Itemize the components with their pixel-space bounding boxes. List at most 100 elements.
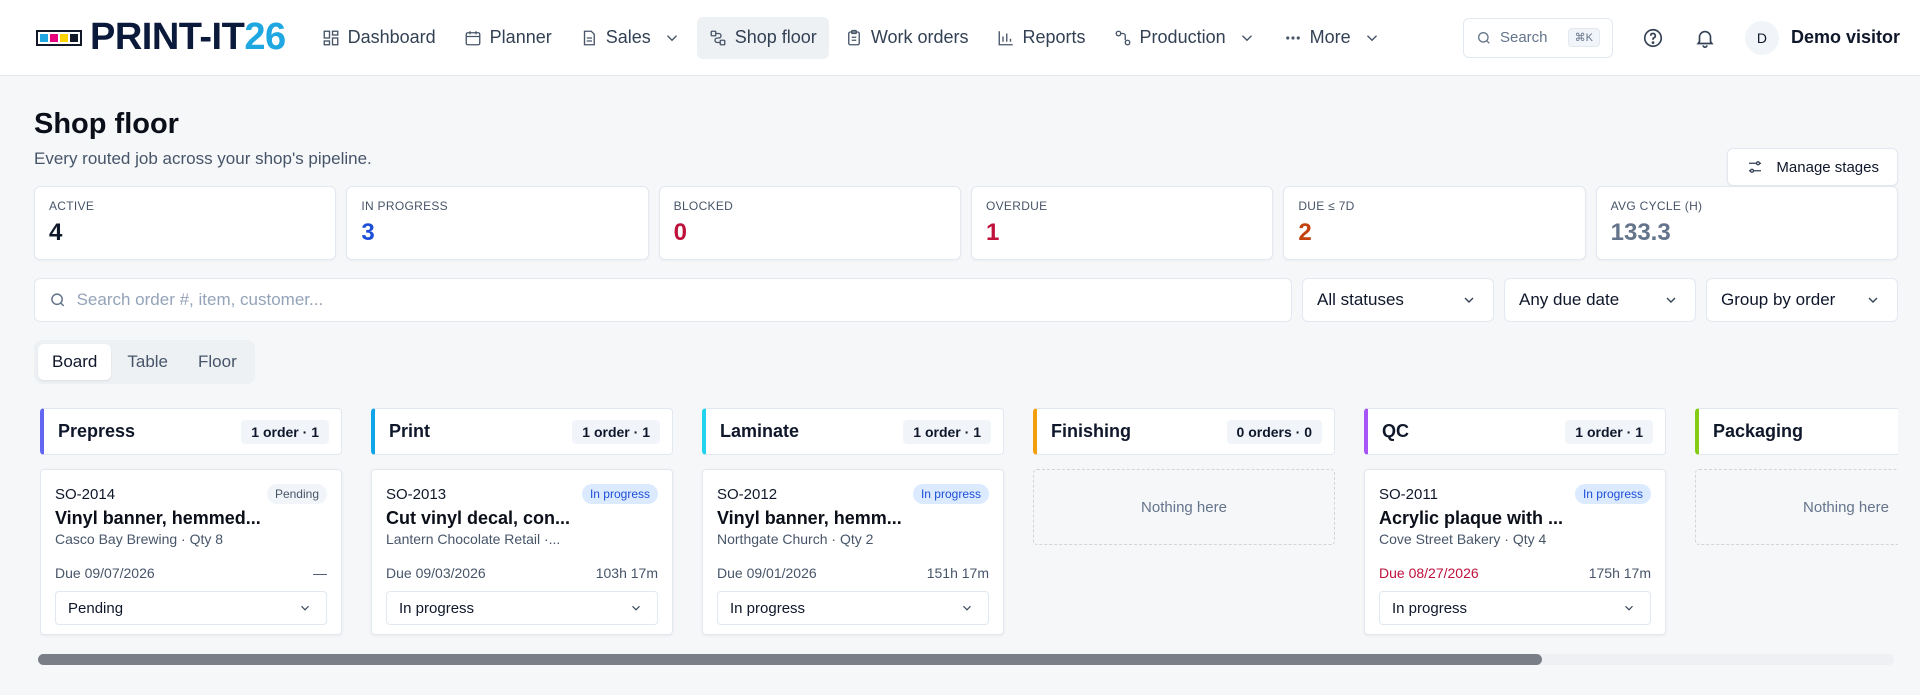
order-card[interactable]: SO-2014 Pending Vinyl banner, hemmed... … xyxy=(40,469,342,635)
stat-card: IN PROGRESS 3 xyxy=(346,186,649,260)
status-badge: In progress xyxy=(581,484,658,504)
order-card[interactable]: SO-2012 In progress Vinyl banner, hemm..… xyxy=(702,469,1004,635)
due-date: Due 09/03/2026 xyxy=(386,565,486,581)
nav-dashboard[interactable]: Dashboard xyxy=(310,17,448,59)
scrollbar-thumb[interactable] xyxy=(38,654,1542,665)
notifications-button[interactable] xyxy=(1685,18,1725,58)
nav-label: Work orders xyxy=(870,27,969,47)
help-circle-icon xyxy=(1643,28,1663,47)
page-subtitle: Every routed job across your shop's pipe… xyxy=(34,149,372,168)
stat-card: ACTIVE 4 xyxy=(34,186,337,260)
chevron-down-icon xyxy=(963,605,971,611)
stage-header[interactable]: QC 1 order · 1 xyxy=(1364,408,1666,455)
due-date-filter-value: Any due date xyxy=(1519,290,1620,309)
nav-label: Production xyxy=(1139,27,1226,47)
nav-planner[interactable]: Planner xyxy=(452,17,564,59)
status-filter-select[interactable]: All statuses xyxy=(1302,278,1494,322)
main-nav: Dashboard Planner Sales Shop floor Work … xyxy=(310,16,1463,59)
chevron-down-icon xyxy=(666,34,677,41)
stat-value: 133.3 xyxy=(1610,219,1671,246)
tab-table[interactable]: Table xyxy=(113,344,182,380)
nav-sales[interactable]: Sales xyxy=(568,17,693,59)
order-card[interactable]: SO-2013 In progress Cut vinyl decal, con… xyxy=(371,469,673,635)
nav-shop-floor[interactable]: Shop floor xyxy=(696,16,829,59)
stats-row: ACTIVE 4 IN PROGRESS 3 BLOCKED 0 OVERDUE 1 D… xyxy=(34,186,1898,260)
stage-title: Finishing xyxy=(1051,421,1131,441)
elapsed-time: — xyxy=(313,565,327,581)
route-icon xyxy=(710,30,726,45)
card-status-select[interactable]: In progress xyxy=(717,591,989,625)
order-item-title: Acrylic plaque with ... xyxy=(1379,508,1564,528)
stat-card: BLOCKED 0 xyxy=(658,186,961,260)
chevron-down-icon xyxy=(1666,297,1676,303)
page-header: Shop floor Every routed job across your … xyxy=(34,76,1898,186)
manage-stages-button[interactable]: Manage stages xyxy=(1727,148,1898,186)
order-number: SO-2013 xyxy=(386,485,447,503)
nav-label: Planner xyxy=(489,27,552,47)
stage-header[interactable]: Laminate 1 order · 1 xyxy=(702,408,1004,455)
workflow-icon xyxy=(1115,30,1130,45)
stage-header[interactable]: Packaging 0 xyxy=(1695,408,1898,455)
nav-reports[interactable]: Reports xyxy=(985,17,1098,59)
card-status-select[interactable]: In progress xyxy=(386,591,658,625)
card-status-select[interactable]: In progress xyxy=(1379,591,1651,625)
tab-board[interactable]: Board xyxy=(38,344,112,380)
stage-header[interactable]: Print 1 order · 1 xyxy=(371,408,673,455)
status-filter-value: All statuses xyxy=(1317,290,1404,309)
nav-label: Reports xyxy=(1022,27,1086,47)
stage-title: Print xyxy=(389,421,431,441)
order-customer-qty: Casco Bay Brewing · Qty 8 xyxy=(55,531,224,547)
order-search[interactable] xyxy=(34,278,1292,322)
kanban-board: Prepress 1 order · 1 SO-2014 Pending Vin… xyxy=(40,408,1898,638)
stat-card: OVERDUE 1 xyxy=(970,186,1274,260)
nav-production[interactable]: Production xyxy=(1102,17,1268,59)
stage-count-badge: 1 order · 1 xyxy=(903,419,991,444)
stage-header[interactable]: Finishing 0 orders · 0 xyxy=(1033,408,1335,455)
page-title: Shop floor xyxy=(34,108,179,140)
nav-work-orders[interactable]: Work orders xyxy=(833,17,981,59)
group-by-select[interactable]: Group by order xyxy=(1706,278,1898,322)
elapsed-time: 175h 17m xyxy=(1588,565,1651,581)
filter-bar: All statuses Any due date Group by order xyxy=(34,278,1898,322)
order-item-title: Vinyl banner, hemm... xyxy=(717,508,902,528)
brand-logo[interactable]: PRINT-IT26 xyxy=(36,16,286,59)
chevron-down-icon xyxy=(632,605,640,611)
help-button[interactable] xyxy=(1633,18,1673,58)
stage-column: Print 1 order · 1 SO-2013 In progress Cu… xyxy=(371,408,673,635)
stage-column: Prepress 1 order · 1 SO-2014 Pending Vin… xyxy=(40,408,342,635)
user-menu[interactable]: D Demo visitor xyxy=(1744,20,1900,55)
tab-floor[interactable]: Floor xyxy=(184,344,251,380)
order-number: SO-2011 xyxy=(1379,485,1438,503)
stage-title: QC xyxy=(1382,421,1409,441)
stat-value: 0 xyxy=(673,219,688,246)
order-customer-qty: Cove Street Bakery · Qty 4 xyxy=(1379,531,1547,547)
ellipsis-icon xyxy=(1285,35,1300,40)
manage-stages-label: Manage stages xyxy=(1776,158,1879,176)
nav-label: Dashboard xyxy=(347,27,436,47)
chevron-down-icon xyxy=(1464,297,1474,303)
bar-chart-icon xyxy=(998,30,1013,45)
brand-name: PRINT-IT26 xyxy=(90,16,286,58)
global-search-button[interactable]: Search ⌘K xyxy=(1462,17,1613,58)
stat-label: DUE ≤ 7D xyxy=(1298,199,1355,213)
main-content: Shop floor Every routed job across your … xyxy=(0,76,1920,186)
nav-label: Sales xyxy=(605,27,651,47)
due-date-filter-select[interactable]: Any due date xyxy=(1504,278,1696,322)
card-status-value: In progress xyxy=(730,599,806,617)
due-date: Due 08/27/2026 xyxy=(1379,565,1479,581)
sliders-icon xyxy=(1749,161,1762,173)
chevron-down-icon xyxy=(1868,297,1878,303)
card-status-value: In progress xyxy=(1392,599,1468,617)
stage-title: Packaging xyxy=(1713,421,1804,441)
order-search-input[interactable] xyxy=(76,290,1277,310)
search-label: Search xyxy=(1499,29,1548,46)
horizontal-scrollbar[interactable] xyxy=(38,654,1894,665)
stat-label: OVERDUE xyxy=(985,199,1048,213)
order-card[interactable]: SO-2011 In progress Acrylic plaque with … xyxy=(1364,469,1666,635)
status-badge: In progress xyxy=(912,484,989,504)
stage-header[interactable]: Prepress 1 order · 1 xyxy=(40,408,342,455)
card-status-select[interactable]: Pending xyxy=(55,591,327,625)
search-icon xyxy=(1477,31,1490,44)
view-tabs: Board Table Floor xyxy=(34,340,255,384)
nav-more[interactable]: More xyxy=(1272,17,1393,59)
